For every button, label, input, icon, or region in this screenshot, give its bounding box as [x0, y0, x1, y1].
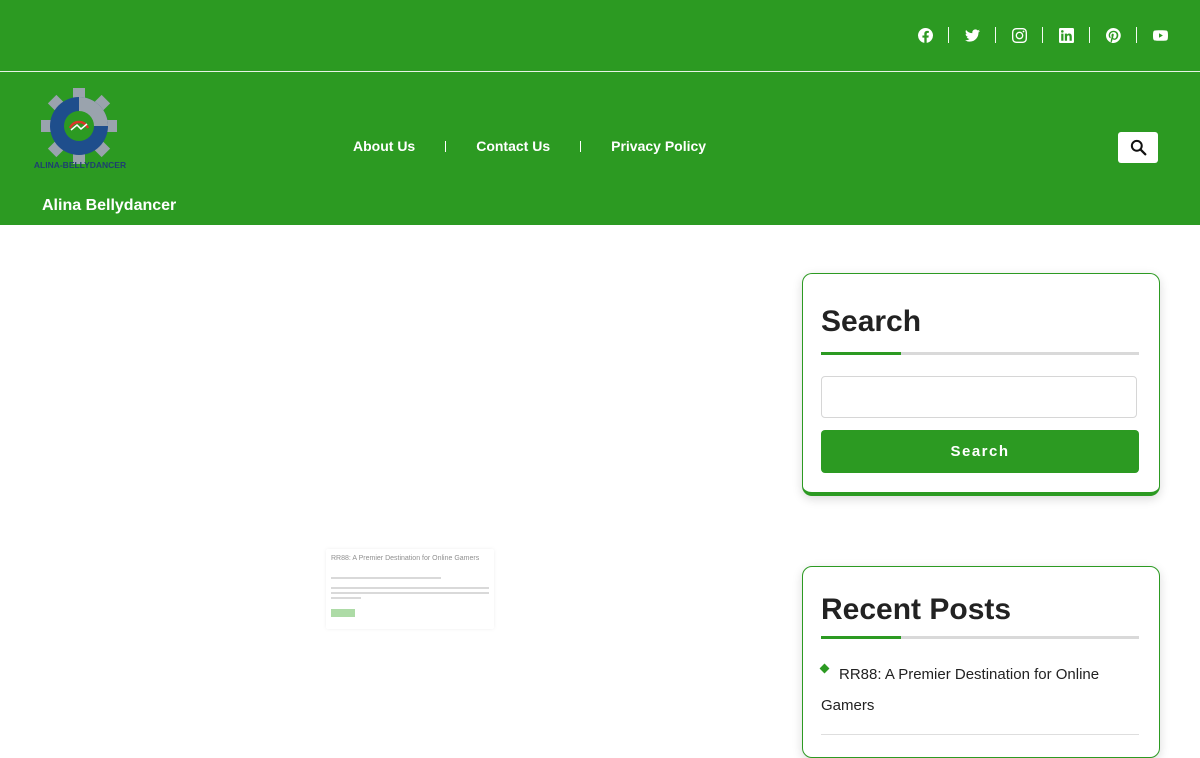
recent-posts-widget: Recent Posts RR88: A Premier Destination… — [802, 566, 1160, 758]
search-input[interactable] — [821, 376, 1137, 418]
divider — [1042, 27, 1043, 43]
header-search-button[interactable] — [1118, 132, 1158, 163]
search-widget: Search Search — [802, 273, 1160, 496]
title-underline — [821, 352, 1139, 355]
post-excerpt-line — [331, 592, 489, 594]
featured-post-card[interactable]: RR88: A Premier Destination for Online G… — [326, 549, 494, 629]
nav-about-us[interactable]: About Us — [353, 138, 415, 154]
divider — [995, 27, 996, 43]
featured-post-title[interactable]: RR88: A Premier Destination for Online G… — [331, 555, 481, 563]
twitter-icon[interactable] — [960, 22, 984, 48]
main-header: ALINA-BELLYDANCER Alina Bellydancer Abou… — [0, 72, 1200, 225]
site-logo[interactable]: ALINA-BELLYDANCER — [27, 88, 133, 172]
divider — [821, 734, 1139, 735]
divider — [1089, 27, 1090, 43]
post-excerpt-line — [331, 587, 489, 589]
search-icon — [1130, 139, 1146, 156]
post-meta-line — [331, 577, 441, 579]
title-underline — [821, 636, 1139, 639]
nav-contact-us[interactable]: Contact Us — [476, 138, 550, 154]
pinterest-icon[interactable] — [1101, 22, 1125, 48]
linkedin-icon[interactable] — [1054, 22, 1078, 48]
nav-privacy-policy[interactable]: Privacy Policy — [611, 138, 706, 154]
read-more-button[interactable] — [331, 609, 355, 617]
search-widget-title: Search — [821, 305, 922, 338]
recent-post-item[interactable]: RR88: A Premier Destination for Online G… — [819, 653, 1121, 727]
divider — [1136, 27, 1137, 43]
nav-divider — [445, 140, 447, 152]
recent-posts-title: Recent Posts — [821, 593, 1012, 626]
primary-nav: About Us Contact Us Privacy Policy — [353, 138, 706, 154]
post-excerpt-line — [331, 597, 361, 599]
youtube-icon[interactable] — [1148, 22, 1172, 48]
facebook-icon[interactable] — [913, 22, 937, 48]
top-bar — [0, 0, 1200, 72]
instagram-icon[interactable] — [1007, 22, 1031, 48]
social-links — [913, 22, 1172, 48]
search-submit-button[interactable]: Search — [821, 430, 1139, 473]
nav-divider — [580, 140, 582, 152]
divider — [948, 27, 949, 43]
logo-text: ALINA-BELLYDANCER — [34, 160, 126, 170]
site-title[interactable]: Alina Bellydancer — [42, 197, 176, 215]
